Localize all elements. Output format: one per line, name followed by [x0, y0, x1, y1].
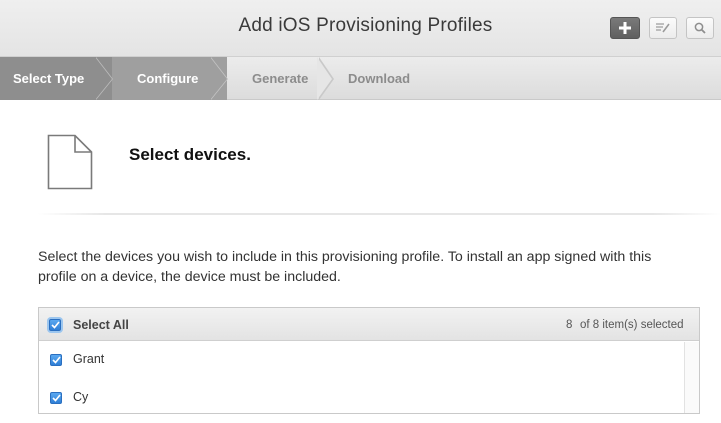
search-icon [694, 22, 706, 34]
device-row[interactable]: Cy [39, 380, 684, 418]
checkmark-icon [51, 356, 61, 364]
device-table: Select All 8 of 8 item(s) selected Grant… [38, 307, 700, 414]
add-button[interactable] [610, 17, 640, 39]
select-all-checkbox[interactable] [49, 319, 61, 331]
step-configure: Configure [95, 57, 227, 100]
selected-count: 8 [566, 319, 573, 331]
device-row[interactable]: Grant [39, 342, 684, 380]
device-checkbox[interactable] [50, 392, 62, 404]
device-checkbox[interactable] [50, 354, 62, 366]
search-button[interactable] [686, 17, 714, 39]
step-generate: Generate [252, 71, 309, 86]
device-name: Grant [73, 352, 105, 366]
device-list: Grant Cy [39, 342, 699, 413]
steps-bar: Configure Select Type Generate Download [0, 57, 721, 100]
selected-summary: of 8 item(s) selected [580, 319, 684, 331]
step-download: Download [348, 71, 411, 86]
table-header: Select All 8 of 8 item(s) selected [39, 308, 699, 341]
device-name: Cy [73, 390, 89, 404]
plus-icon [619, 22, 631, 34]
checkmark-icon [51, 394, 61, 402]
edit-button[interactable] [649, 17, 677, 39]
section-title: Select devices. [129, 145, 251, 164]
divider [38, 213, 721, 215]
header-bar: Add iOS Provisioning Profiles [0, 0, 721, 57]
checkmark-icon [50, 321, 60, 329]
edit-icon [656, 23, 670, 33]
step-separator [317, 57, 332, 100]
document-icon [47, 134, 93, 190]
step-separator [95, 57, 112, 100]
description-text: Select the devices you wish to include i… [38, 249, 652, 285]
scrollbar[interactable] [684, 342, 699, 413]
step-separator [210, 57, 227, 100]
select-all-label[interactable]: Select All [73, 318, 129, 332]
